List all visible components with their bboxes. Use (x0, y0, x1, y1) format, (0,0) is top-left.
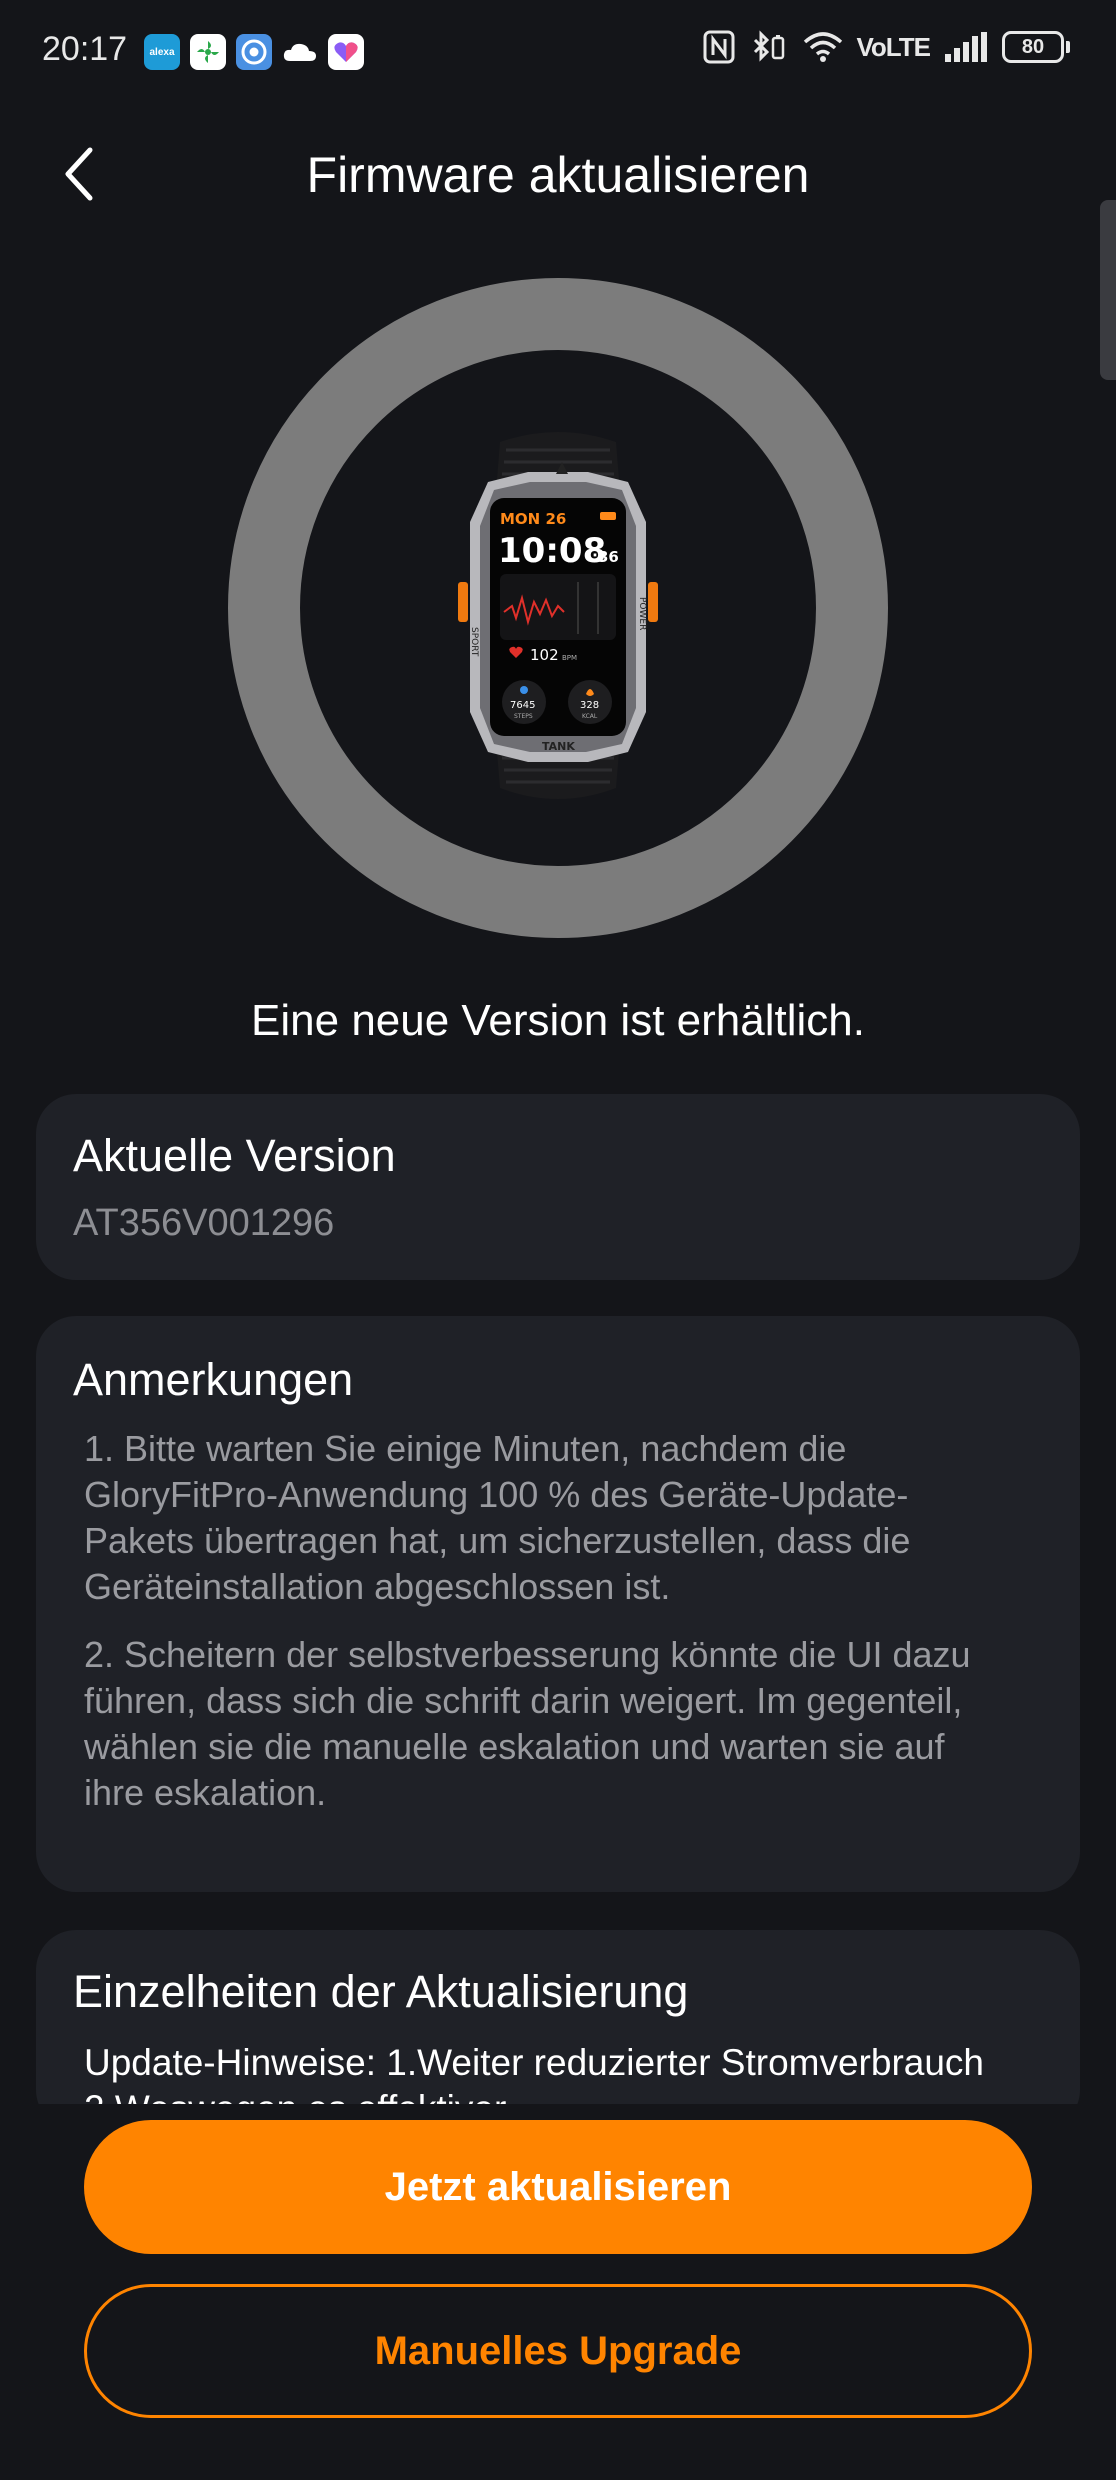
watch-seconds: :36 (592, 548, 619, 566)
fan-app-icon (190, 34, 226, 70)
note-item: 2. Scheitern der selbstverbesserung könn… (84, 1634, 971, 1813)
status-bar: 20:17 alexa VoLTE 80 (0, 0, 1116, 100)
current-version-card: Aktuelle Version AT356V001296 (36, 1094, 1080, 1280)
watch-steps: 7645 (510, 700, 535, 711)
system-status-icons: VoLTE 80 (703, 30, 1070, 64)
update-details-card: Einzelheiten der Aktualisierung Update-H… (36, 1930, 1080, 2130)
watch-kcal: 328 (580, 700, 599, 711)
notes-list: 1. Bitte warten Sie einige Minuten, nach… (84, 1426, 980, 1838)
notification-icons: alexa (144, 34, 364, 70)
alexa-icon-label: alexa (149, 46, 175, 58)
nfc-icon (703, 30, 735, 64)
volte-label: VoLTE (856, 31, 931, 62)
current-version-title: Aktuelle Version (73, 1130, 396, 1181)
smartwatch-image: SPORT POWER MON 26 10:08 :36 102 BPM 764… (458, 432, 658, 799)
alexa-icon: alexa (144, 34, 180, 70)
watch-steps-unit: STEPS (514, 713, 533, 720)
watch-brand: TANK (542, 740, 575, 753)
update-available-message: Eine neue Version ist erhältlich. (251, 996, 865, 1045)
health-heart-icon (328, 34, 364, 70)
app-header: Firmware aktualisieren (0, 120, 1116, 230)
manual-upgrade-button[interactable]: Manuelles Upgrade (84, 2284, 1032, 2418)
watch-heart-unit: BPM (562, 654, 577, 662)
watch-date: MON 26 (500, 510, 566, 528)
watch-kcal-unit: KCAL (582, 713, 598, 720)
update-now-button[interactable]: Jetzt aktualisieren (84, 2120, 1032, 2254)
watch-heart-rate: 102 (530, 646, 559, 664)
note-item: 1. Bitte warten Sie einige Minuten, nach… (84, 1428, 911, 1607)
bottom-action-bar: Jetzt aktualisieren Manuelles Upgrade (0, 2104, 1116, 2480)
wifi-icon (803, 30, 843, 64)
update-details-title: Einzelheiten der Aktualisierung (73, 1966, 689, 2017)
cloud-icon (282, 34, 318, 70)
scrollbar[interactable] (1100, 200, 1116, 380)
battery-tip (1066, 41, 1070, 53)
watch-side-right: POWER (637, 597, 647, 630)
page-title: Firmware aktualisieren (306, 147, 810, 203)
status-time: 20:17 (42, 30, 128, 68)
signal-icon (944, 32, 988, 62)
notes-title: Anmerkungen (73, 1354, 354, 1405)
battery-level: 80 (1002, 31, 1064, 63)
chrome-icon (236, 34, 272, 70)
watch-side-left: SPORT (469, 627, 479, 657)
battery-icon: 80 (1002, 31, 1070, 63)
watch-time: 10:08 (498, 531, 606, 571)
notes-card: Anmerkungen 1. Bitte warten Sie einige M… (36, 1316, 1080, 1892)
bluetooth-icon (749, 30, 789, 64)
current-version-value: AT356V001296 (73, 1202, 335, 1244)
